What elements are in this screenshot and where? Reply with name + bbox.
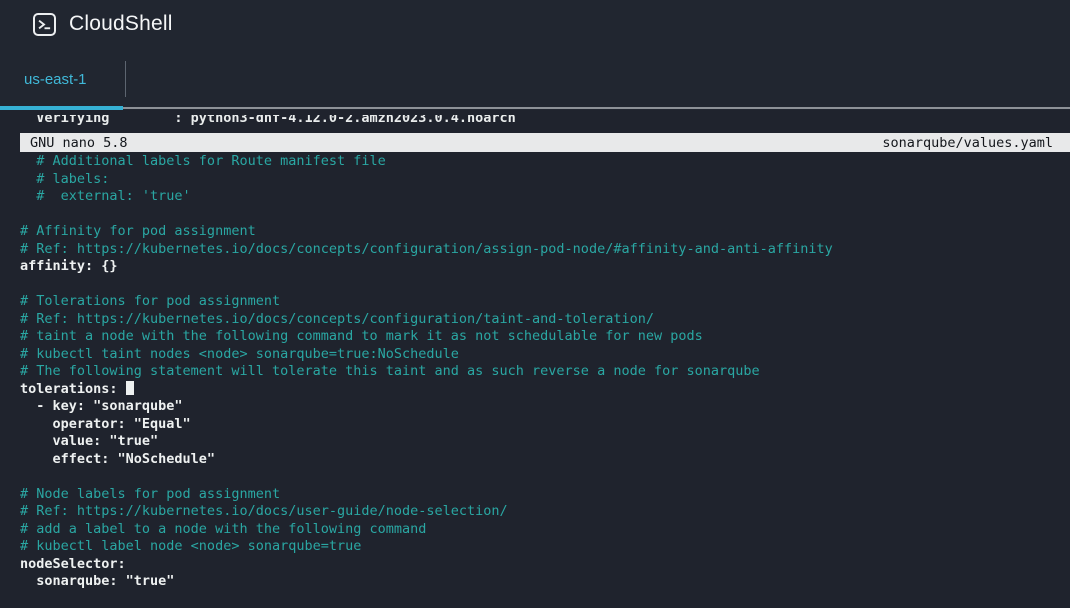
scrollback-clipped-row: Verifying : python3-dnf-4.12.0-2.amzn202… bbox=[20, 115, 1070, 133]
editor-line: sonarqube: "true" bbox=[20, 573, 1070, 591]
editor-line: # add a label to a node with the followi… bbox=[20, 521, 1070, 539]
editor-line: affinity: {} bbox=[20, 258, 1070, 276]
editor-line: effect: "NoSchedule" bbox=[20, 451, 1070, 469]
editor-line: - key: "sonarqube" bbox=[20, 398, 1070, 416]
editor-line: # external: 'true' bbox=[20, 188, 1070, 206]
nano-filename: sonarqube/values.yaml bbox=[882, 135, 1053, 151]
editor-line: # Ref: https://kubernetes.io/docs/concep… bbox=[20, 311, 1070, 329]
tab-strip: us-east-1 bbox=[0, 48, 1070, 110]
editor-line: operator: "Equal" bbox=[20, 416, 1070, 434]
active-tab-underline bbox=[0, 106, 123, 110]
editor-line: # Ref: https://kubernetes.io/docs/user-g… bbox=[20, 503, 1070, 521]
editor-line: # taint a node with the following comman… bbox=[20, 328, 1070, 346]
editor-line bbox=[20, 276, 1070, 294]
tab-divider bbox=[125, 61, 126, 97]
app-header: CloudShell bbox=[0, 0, 1070, 48]
tab-label: us-east-1 bbox=[24, 71, 87, 88]
editor-line: # Additional labels for Route manifest f… bbox=[20, 153, 1070, 171]
tab-strip-border bbox=[123, 107, 1070, 109]
text-cursor bbox=[126, 381, 134, 395]
editor-line: # The following statement will tolerate … bbox=[20, 363, 1070, 381]
tab-us-east-1[interactable]: us-east-1 bbox=[0, 48, 107, 110]
editor-line: # Node labels for pod assignment bbox=[20, 486, 1070, 504]
cloudshell-terminal-icon bbox=[33, 13, 56, 36]
editor-line: # labels: bbox=[20, 171, 1070, 189]
editor-line bbox=[20, 468, 1070, 486]
editor-line: # kubectl label node <node> sonarqube=tr… bbox=[20, 538, 1070, 556]
editor-line: tolerations: bbox=[20, 381, 1070, 399]
terminal[interactable]: Verifying : python3-dnf-4.12.0-2.amzn202… bbox=[0, 110, 1070, 608]
editor-line: # Ref: https://kubernetes.io/docs/concep… bbox=[20, 241, 1070, 259]
editor-lines: # Additional labels for Route manifest f… bbox=[0, 152, 1070, 591]
editor-line bbox=[20, 206, 1070, 224]
editor-line: # Tolerations for pod assignment bbox=[20, 293, 1070, 311]
nano-version: GNU nano 5.8 bbox=[30, 135, 128, 151]
editor-line: nodeSelector: bbox=[20, 556, 1070, 574]
editor-line: # kubectl taint nodes <node> sonarqube=t… bbox=[20, 346, 1070, 364]
editor-line: value: "true" bbox=[20, 433, 1070, 451]
dnf-verifying-line: Verifying : python3-dnf-4.12.0-2.amzn202… bbox=[20, 115, 516, 128]
page-title: CloudShell bbox=[69, 12, 173, 36]
editor-line: # Affinity for pod assignment bbox=[20, 223, 1070, 241]
nano-titlebar: GNU nano 5.8 sonarqube/values.yaml bbox=[20, 133, 1070, 152]
